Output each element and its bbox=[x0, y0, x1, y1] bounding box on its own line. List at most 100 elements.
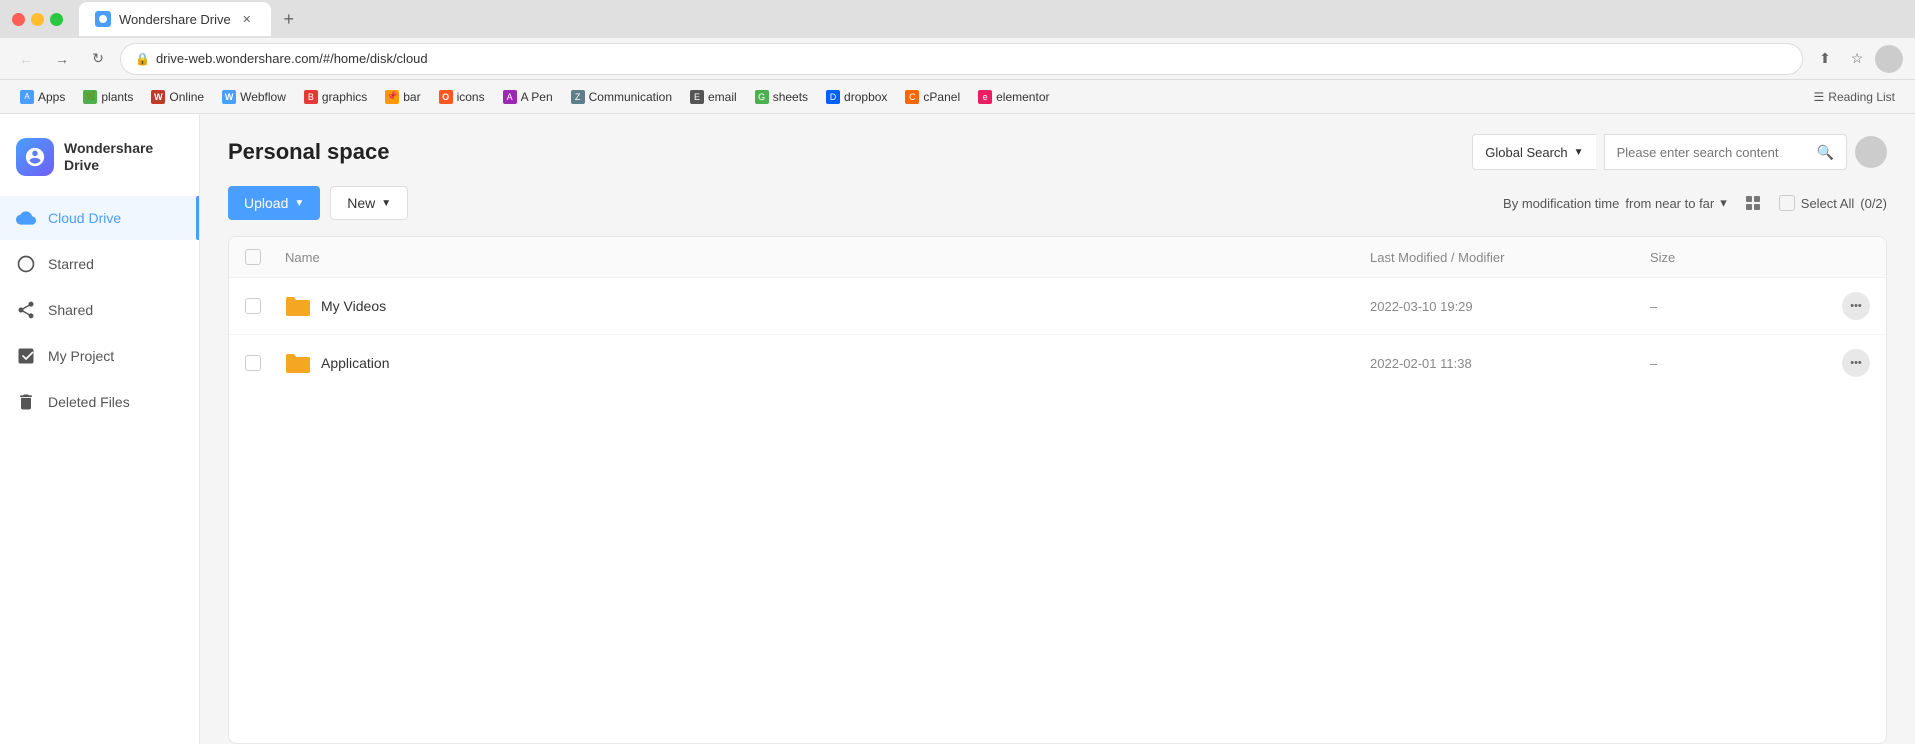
share-button[interactable]: ⬆ bbox=[1811, 45, 1839, 73]
sidebar-item-starred[interactable]: Starred bbox=[0, 242, 199, 286]
toolbar-right: By modification time from near to far ▾ … bbox=[1503, 189, 1887, 217]
bookmark-sheets[interactable]: G sheets bbox=[747, 86, 816, 108]
bookmark-apps[interactable]: A Apps bbox=[12, 86, 73, 108]
row-more-button-videos[interactable]: ••• bbox=[1842, 292, 1870, 320]
deleted-files-icon bbox=[16, 392, 36, 412]
address-bar[interactable]: 🔒 drive-web.wondershare.com/#/home/disk/… bbox=[120, 43, 1803, 75]
bookmark-email[interactable]: E email bbox=[682, 86, 745, 108]
nav-actions: ⬆ ☆ bbox=[1811, 45, 1903, 73]
active-tab[interactable]: Wondershare Drive ✕ bbox=[79, 2, 271, 36]
bookmark-webflow[interactable]: W Webflow bbox=[214, 86, 294, 108]
bookmark-button[interactable]: ☆ bbox=[1843, 45, 1871, 73]
lock-icon: 🔒 bbox=[135, 52, 150, 66]
search-dropdown[interactable]: Global Search ▼ bbox=[1472, 134, 1595, 170]
fullscreen-button[interactable] bbox=[50, 13, 63, 26]
bookmark-communication-label: Communication bbox=[589, 90, 672, 104]
row-more-button-application[interactable]: ••• bbox=[1842, 349, 1870, 377]
row-checkbox-videos[interactable] bbox=[245, 298, 261, 314]
bookmark-cpanel-favicon: C bbox=[905, 90, 919, 104]
folder-icon bbox=[285, 352, 311, 374]
column-size: Size bbox=[1650, 250, 1810, 265]
sidebar-item-deleted-files-label: Deleted Files bbox=[48, 394, 130, 410]
user-avatar-main[interactable] bbox=[1855, 136, 1887, 168]
bookmark-communication-favicon: Z bbox=[571, 90, 585, 104]
header-checkbox[interactable] bbox=[245, 249, 261, 265]
bookmark-cpanel[interactable]: C cPanel bbox=[897, 86, 968, 108]
tab-title: Wondershare Drive bbox=[119, 12, 231, 27]
bookmark-icons[interactable]: O icons bbox=[431, 86, 493, 108]
sidebar-item-cloud-drive[interactable]: Cloud Drive bbox=[0, 196, 199, 240]
user-avatar[interactable] bbox=[1875, 45, 1903, 73]
table-row[interactable]: Application 2022-02-01 11:38 – ••• bbox=[229, 335, 1886, 391]
new-tab-button[interactable]: + bbox=[275, 5, 303, 33]
sort-direction: from near to far bbox=[1625, 196, 1714, 211]
row-size-application: – bbox=[1650, 356, 1810, 371]
navigation-bar: ← → ↻ 🔒 drive-web.wondershare.com/#/home… bbox=[0, 38, 1915, 80]
bookmark-graphics[interactable]: B graphics bbox=[296, 86, 375, 108]
bookmark-sheets-label: sheets bbox=[773, 90, 808, 104]
row-name-videos: My Videos bbox=[285, 295, 1370, 317]
close-button[interactable] bbox=[12, 13, 25, 26]
bookmark-graphics-label: graphics bbox=[322, 90, 367, 104]
bookmark-plants[interactable]: 🌿 plants bbox=[75, 86, 141, 108]
sidebar-item-shared[interactable]: Shared bbox=[0, 288, 199, 332]
tab-bar: Wondershare Drive ✕ + bbox=[71, 2, 311, 36]
bookmark-cpanel-label: cPanel bbox=[923, 90, 960, 104]
starred-icon bbox=[16, 254, 36, 274]
grid-view-button[interactable] bbox=[1739, 189, 1767, 217]
refresh-button[interactable]: ↻ bbox=[84, 45, 112, 73]
row-action-application: ••• bbox=[1810, 349, 1870, 377]
search-dropdown-label: Global Search bbox=[1485, 145, 1567, 160]
sidebar: Wondershare Drive Cloud Drive Starred bbox=[0, 114, 200, 744]
bookmark-webflow-label: Webflow bbox=[240, 90, 286, 104]
bookmark-bar-label: bar bbox=[403, 90, 420, 104]
bookmark-online[interactable]: W Online bbox=[143, 86, 212, 108]
row-name-application: Application bbox=[285, 352, 1370, 374]
bookmark-elementor[interactable]: e elementor bbox=[970, 86, 1057, 108]
bookmarks-bar: A Apps 🌿 plants W Online W Webflow B gra… bbox=[0, 80, 1915, 114]
bookmark-apen[interactable]: A A Pen bbox=[495, 86, 561, 108]
chevron-down-icon: ▼ bbox=[1574, 147, 1584, 158]
back-button[interactable]: ← bbox=[12, 45, 40, 73]
bookmark-email-favicon: E bbox=[690, 90, 704, 104]
logo-line2: Drive bbox=[64, 157, 153, 174]
row-action-videos: ••• bbox=[1810, 292, 1870, 320]
sidebar-item-my-project[interactable]: My Project bbox=[0, 334, 199, 378]
bookmark-bar[interactable]: 📌 bar bbox=[377, 86, 428, 108]
folder-icon bbox=[285, 295, 311, 317]
sidebar-item-shared-label: Shared bbox=[48, 302, 93, 318]
row-size-videos: – bbox=[1650, 299, 1810, 314]
sidebar-item-cloud-drive-label: Cloud Drive bbox=[48, 210, 121, 226]
logo-icon bbox=[16, 138, 54, 176]
logo-text: Wondershare Drive bbox=[64, 140, 153, 174]
column-modified: Last Modified / Modifier bbox=[1370, 250, 1650, 265]
table-row[interactable]: My Videos 2022-03-10 19:29 – ••• bbox=[229, 278, 1886, 335]
forward-button[interactable]: → bbox=[48, 45, 76, 73]
search-icon[interactable]: 🔍 bbox=[1817, 144, 1834, 161]
bookmark-online-label: Online bbox=[169, 90, 204, 104]
sort-dropdown[interactable]: By modification time from near to far ▾ bbox=[1503, 195, 1727, 211]
row-checkbox-application[interactable] bbox=[245, 355, 261, 371]
bookmark-webflow-favicon: W bbox=[222, 90, 236, 104]
new-button[interactable]: New ▼ bbox=[330, 186, 408, 220]
tab-close-button[interactable]: ✕ bbox=[239, 11, 255, 27]
search-input[interactable] bbox=[1617, 145, 1817, 160]
view-toggle bbox=[1739, 189, 1767, 217]
bookmark-elementor-label: elementor bbox=[996, 90, 1049, 104]
select-all-checkbox[interactable] bbox=[1779, 195, 1795, 211]
bookmark-icons-favicon: O bbox=[439, 90, 453, 104]
bookmark-apen-label: A Pen bbox=[521, 90, 553, 104]
bookmark-sheets-favicon: G bbox=[755, 90, 769, 104]
sidebar-item-deleted-files[interactable]: Deleted Files bbox=[0, 380, 199, 424]
bookmark-graphics-favicon: B bbox=[304, 90, 318, 104]
sort-label: By modification time bbox=[1503, 196, 1619, 211]
upload-label: Upload bbox=[244, 195, 288, 211]
row-checkbox-area bbox=[245, 355, 285, 371]
select-all-count: (0/2) bbox=[1860, 196, 1887, 211]
search-area: Global Search ▼ 🔍 bbox=[1472, 134, 1887, 170]
reading-list-button[interactable]: ☰ Reading List bbox=[1806, 86, 1903, 108]
minimize-button[interactable] bbox=[31, 13, 44, 26]
upload-button[interactable]: Upload ▼ bbox=[228, 186, 320, 220]
bookmark-communication[interactable]: Z Communication bbox=[563, 86, 680, 108]
bookmark-dropbox[interactable]: D dropbox bbox=[818, 86, 895, 108]
